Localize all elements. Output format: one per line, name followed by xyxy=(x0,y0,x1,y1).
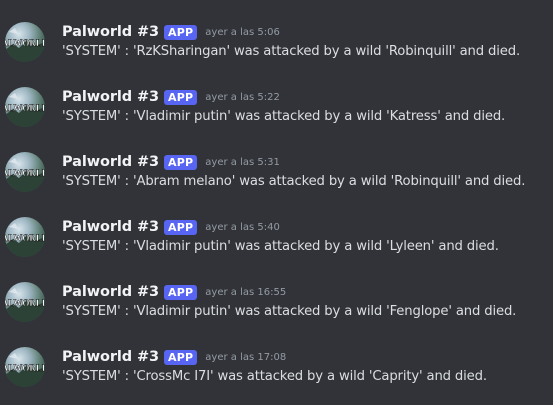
app-badge: APP xyxy=(164,154,198,170)
timestamp[interactable]: ayer a las 16:55 xyxy=(205,287,286,298)
timestamp[interactable]: ayer a las 5:06 xyxy=(205,27,280,38)
author-name[interactable]: Palworld #3 xyxy=(62,219,159,235)
app-badge: APP xyxy=(164,89,198,105)
palworld-logo-icon[interactable]: ALWORLD xyxy=(5,87,45,127)
author-name[interactable]: Palworld #3 xyxy=(62,154,159,170)
svg-text:ALWORLD: ALWORLD xyxy=(5,298,45,308)
message-content: 'SYSTEM' : 'Vladimir putin' was attacked… xyxy=(62,109,506,124)
message-header: Palworld #3 APP ayer a las 5:22 xyxy=(62,87,280,107)
message-item: ALWORLD Palworld #3 APP ayer a las 17:08… xyxy=(0,347,553,403)
message-item: ALWORLD Palworld #3 APP ayer a las 16:55… xyxy=(0,282,553,338)
author-name[interactable]: Palworld #3 xyxy=(62,24,159,40)
message-content: 'SYSTEM' : 'CrossMc I7I' was attacked by… xyxy=(62,369,487,384)
message-header: Palworld #3 APP ayer a las 16:55 xyxy=(62,282,286,302)
message-content: 'SYSTEM' : 'RzKSharingan' was attacked b… xyxy=(62,44,520,59)
svg-text:ALWORLD: ALWORLD xyxy=(5,168,45,178)
palworld-logo-icon[interactable]: ALWORLD xyxy=(5,22,45,62)
svg-text:ALWORLD: ALWORLD xyxy=(5,233,45,243)
palworld-logo-icon[interactable]: ALWORLD xyxy=(5,217,45,257)
message-item: ALWORLD Palworld #3 APP ayer a las 5:22 … xyxy=(0,87,553,143)
message-header: Palworld #3 APP ayer a las 5:40 xyxy=(62,217,280,237)
message-item: ALWORLD Palworld #3 APP ayer a las 5:31 … xyxy=(0,152,553,208)
message-content: 'SYSTEM' : 'Vladimir putin' was attacked… xyxy=(62,239,499,254)
timestamp[interactable]: ayer a las 5:40 xyxy=(205,222,280,233)
message-item: ALWORLD Palworld #3 APP ayer a las 5:06 … xyxy=(0,22,553,78)
palworld-logo-icon[interactable]: ALWORLD xyxy=(5,152,45,192)
app-badge: APP xyxy=(164,219,198,235)
timestamp[interactable]: ayer a las 5:22 xyxy=(205,92,280,103)
message-feed: ALWORLD Palworld #3 APP ayer a las 5:06 … xyxy=(0,0,553,405)
timestamp[interactable]: ayer a las 17:08 xyxy=(205,352,286,363)
svg-text:ALWORLD: ALWORLD xyxy=(5,363,45,373)
svg-text:ALWORLD: ALWORLD xyxy=(5,103,45,113)
message-header: Palworld #3 APP ayer a las 5:31 xyxy=(62,152,280,172)
message-header: Palworld #3 APP ayer a las 5:06 xyxy=(62,22,280,42)
message-header: Palworld #3 APP ayer a las 17:08 xyxy=(62,347,286,367)
author-name[interactable]: Palworld #3 xyxy=(62,349,159,365)
message-item: ALWORLD Palworld #3 APP ayer a las 5:40 … xyxy=(0,217,553,273)
palworld-logo-icon[interactable]: ALWORLD xyxy=(5,347,45,387)
timestamp[interactable]: ayer a las 5:31 xyxy=(205,157,280,168)
app-badge: APP xyxy=(164,284,198,300)
message-content: 'SYSTEM' : 'Abram melano' was attacked b… xyxy=(62,174,526,189)
author-name[interactable]: Palworld #3 xyxy=(62,284,159,300)
palworld-logo-icon[interactable]: ALWORLD xyxy=(5,282,45,322)
message-content: 'SYSTEM' : 'Vladimir putin' was attacked… xyxy=(62,304,517,319)
author-name[interactable]: Palworld #3 xyxy=(62,89,159,105)
app-badge: APP xyxy=(164,24,198,40)
svg-text:ALWORLD: ALWORLD xyxy=(5,38,45,48)
app-badge: APP xyxy=(164,349,198,365)
